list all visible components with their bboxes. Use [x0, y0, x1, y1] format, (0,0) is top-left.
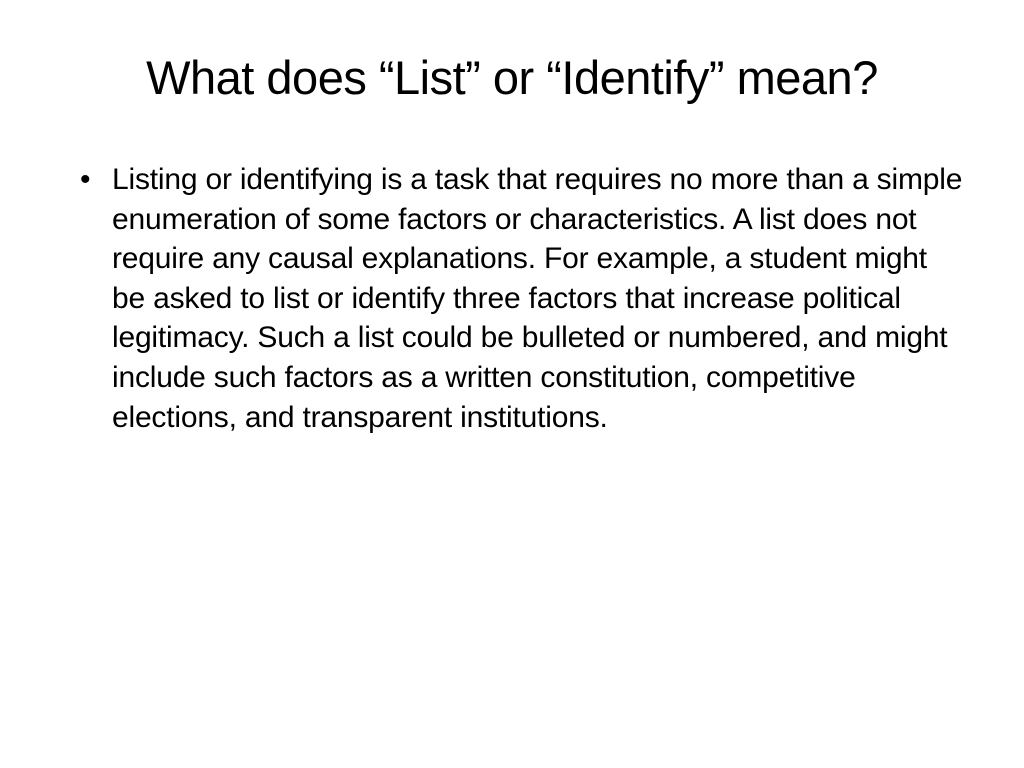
body-bullet: Listing or identifying is a task that re… [60, 160, 964, 437]
body-list: Listing or identifying is a task that re… [60, 160, 964, 437]
slide-title: What does “List” or “Identify” mean? [60, 50, 964, 105]
